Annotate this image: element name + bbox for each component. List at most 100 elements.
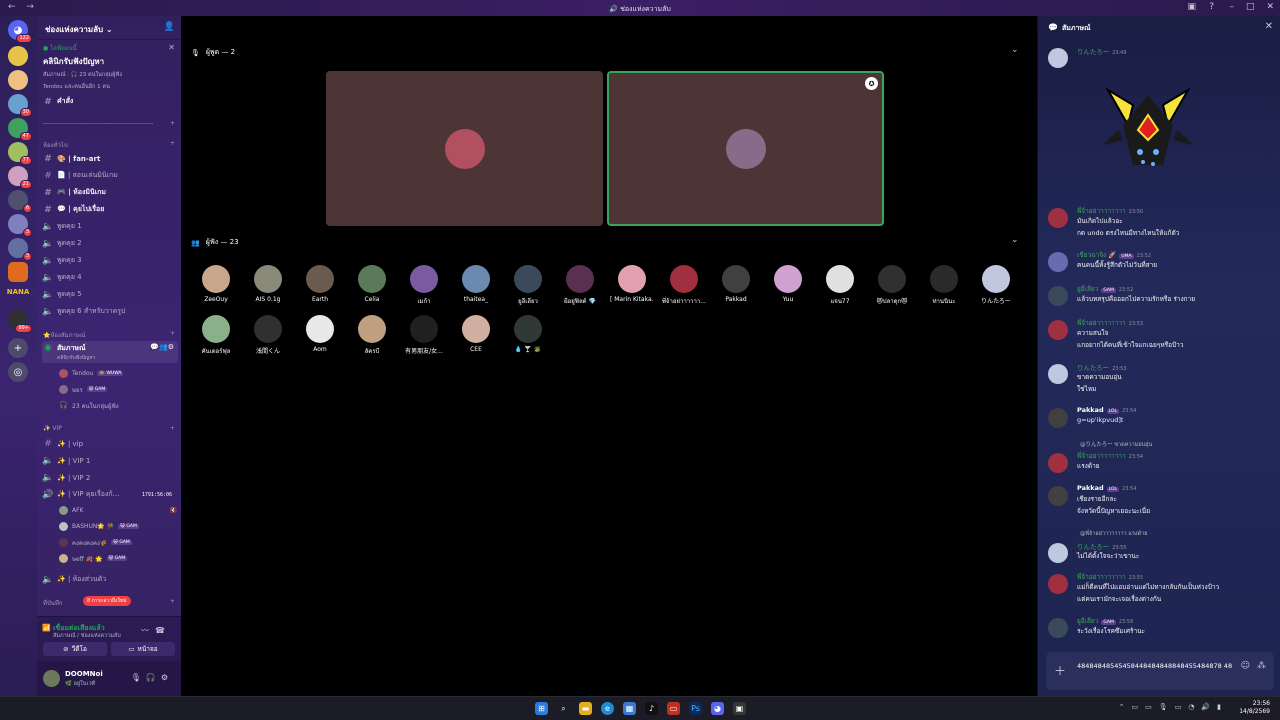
chevron-down-icon[interactable]: ⌄ — [1011, 235, 1019, 245]
system-tray[interactable]: ⌃▭▭🎙▭◔🔊▮ — [1119, 703, 1228, 711]
avatar[interactable] — [1048, 574, 1068, 594]
chevron-down-icon[interactable]: ⌄ — [1011, 45, 1019, 55]
voice-channel-private[interactable]: 🔈 ✨ | ห้องส่วนตัว — [42, 572, 178, 587]
message-author[interactable]: ยูอีเลียว — [1077, 285, 1098, 293]
avatar[interactable] — [1048, 486, 1068, 506]
category-general[interactable]: ห้องทั่วไป + — [43, 140, 175, 150]
headphones-icon[interactable]: 🎧 — [146, 673, 161, 682]
avatar[interactable] — [1048, 286, 1068, 306]
vip-member[interactable]: BASHUN🌟 🎋 😺 GAM — [59, 520, 177, 533]
message-author[interactable]: Pakkad — [1077, 484, 1104, 492]
category-vip[interactable]: ✨ VIP + — [43, 425, 175, 432]
server-icon[interactable]: 47 — [8, 118, 32, 141]
user-panel[interactable]: DOOMNoi 🌿 อยู่ในเวที 🎙🎧⚙ — [37, 661, 181, 697]
screen-share-button[interactable]: ▭ หน้าจอ — [111, 642, 175, 656]
avatar[interactable] — [1048, 408, 1068, 428]
store-icon[interactable]: ▦ — [623, 702, 636, 715]
voice-channel-1[interactable]: 🔈 พูดคุย 1 — [42, 219, 178, 234]
add-channel-icon[interactable]: + — [170, 140, 175, 150]
vip-member[interactable]: คงคงคงคง🌾 😺 GAM — [59, 536, 177, 549]
explore-icon[interactable]: ◎ — [8, 362, 28, 382]
close-icon[interactable]: ✕ — [1266, 2, 1274, 12]
audience-member[interactable]: [ Marin Kitaka... — [610, 265, 654, 303]
invite-icon[interactable]: 👤 — [164, 22, 175, 32]
add-channel-icon[interactable]: + — [170, 330, 175, 340]
home-button[interactable]: ◕ 122 — [8, 20, 32, 43]
audience-member[interactable]: 😻ปลาดุก😻 — [870, 265, 914, 306]
help-icon[interactable]: ? — [1209, 2, 1214, 12]
audience-member[interactable]: เมก้า — [402, 265, 446, 306]
voice-channel-4[interactable]: 🔈 พูดคุย 4 — [42, 270, 178, 285]
live-event-card[interactable]: ● ไลฟ์ตอนนี้ คลินิกรับฟังปัญหา สัมภาษณ์ … — [43, 43, 177, 91]
reply-preview[interactable]: @พี่จ้าอย่าาาาาาาา แรงด้าย — [1080, 530, 1148, 538]
audience-member[interactable]: ผีอยู่ฟิลด์ 💎 — [558, 265, 602, 306]
voice-channel-5[interactable]: 🔈 พูดคุย 5 — [42, 287, 178, 302]
server-icon[interactable]: 3 — [8, 214, 32, 237]
server-icon[interactable]: 30 — [8, 94, 32, 117]
new-mentions-pill[interactable]: 8 การกล่าวถึงใหม่ — [83, 596, 131, 606]
audience-member[interactable]: りんたろー — [974, 265, 1018, 305]
voice-channel-vip-2[interactable]: 🔈 ✨ | VIP 2 — [42, 470, 178, 485]
avatar[interactable] — [1048, 320, 1068, 340]
file-explorer-icon[interactable]: ▬ — [579, 702, 592, 715]
stage-member[interactable]: Tendou 🐝 WUWA — [59, 367, 177, 380]
disconnect-icon[interactable]: ☎ — [155, 626, 171, 635]
voice-channel-6[interactable]: 🔈 พูดคุย 6 สำหรับวาดรูป — [42, 304, 178, 319]
message-author[interactable]: りんたろー — [1077, 48, 1109, 56]
app-icon[interactable]: ▭ — [667, 702, 680, 715]
avatar[interactable] — [1048, 453, 1068, 473]
minimize-icon[interactable]: – — [1229, 2, 1234, 12]
audience-member[interactable]: 💧 🍸 🪴 — [506, 315, 550, 353]
voice-channel-2[interactable]: 🔈 พูดคุย 2 — [42, 236, 178, 251]
category-stage[interactable]: ⭐ห้องสัมภาษณ์ + — [43, 330, 175, 340]
add-channel-icon[interactable]: + — [170, 598, 175, 608]
message-author[interactable]: พี่จ้าอย่าาาาาาาา — [1077, 207, 1126, 215]
avatar[interactable] — [1048, 618, 1068, 638]
server-icon[interactable]: 99+ — [8, 310, 32, 333]
server-icon[interactable]: 21 — [8, 166, 32, 189]
avatar[interactable] — [1048, 48, 1068, 68]
stage-channel[interactable]: ◉ สัมภาษณ์ คลินิกรับฟังปัญหา 💬👥⚙ — [42, 341, 178, 363]
audience-member[interactable]: Earth — [298, 265, 342, 303]
server-icon[interactable] — [8, 262, 28, 282]
message-author[interactable]: Pakkad — [1077, 406, 1104, 414]
audience-member[interactable]: แจน77 — [818, 265, 862, 306]
stage-actions-icon[interactable]: 💬👥⚙ — [150, 343, 174, 351]
audience-member[interactable]: CEE — [454, 315, 498, 353]
audience-member[interactable]: 有男朋友/女... — [402, 315, 446, 355]
audience-member[interactable]: คันเดอร์ฟุล — [194, 315, 238, 356]
add-channel-icon[interactable]: + — [170, 120, 175, 127]
emoji-icon[interactable]: ☺ — [1241, 661, 1250, 671]
stage-member[interactable]: ษยร 😺 GAM — [59, 383, 177, 396]
voice-channel-vip-talk[interactable]: 🔊 ✨ | VIP คุยเรื่องก้... 1791:56:06 — [42, 487, 178, 502]
close-icon[interactable]: ✕ — [168, 43, 175, 52]
microphone-icon[interactable]: 🎙 — [131, 673, 146, 682]
message-composer[interactable]: ＋ 48484848545458448484848848455484878 48… — [1046, 652, 1274, 690]
channel-commands[interactable]: # คำสั่ง — [42, 94, 178, 109]
message-author[interactable]: ยูอีเลียว — [1077, 617, 1098, 625]
app-icon[interactable]: ▣ — [733, 702, 746, 715]
clock[interactable]: 23:56 14/8/2569 — [1239, 700, 1270, 716]
audience-member[interactable]: ยูอีเลียว — [506, 265, 550, 306]
close-icon[interactable]: ✕ — [1265, 21, 1273, 32]
apps-icon[interactable]: ⁂ — [1257, 661, 1266, 671]
channel-minigame[interactable]: # 🎮 | ห้องมินิเกม — [42, 185, 178, 200]
channel-chat[interactable]: # 💬 | คุยไปเรื่อย — [42, 202, 178, 217]
add-attachment-icon[interactable]: ＋ — [1054, 662, 1066, 679]
audience-member[interactable]: ZeeOuy — [194, 265, 238, 303]
message-author[interactable]: พี่จ้าอย่าาาาาาาา — [1077, 452, 1126, 460]
avatar[interactable] — [1048, 364, 1068, 384]
audience-count[interactable]: 🎧 23 คนในกลุ่มผู้ฟัง — [59, 399, 177, 412]
server-icon[interactable]: 6 — [8, 190, 32, 213]
discord-icon[interactable]: ◕ — [711, 702, 724, 715]
add-channel-icon[interactable]: + — [170, 425, 175, 432]
audience-member[interactable]: Aom — [298, 315, 342, 353]
video-button[interactable]: ⊘ วีดีโอ — [43, 642, 107, 656]
audience-member[interactable]: AIS 0.1g — [246, 265, 290, 303]
start-icon[interactable]: ⊞ — [535, 702, 548, 715]
add-server-icon[interactable]: + — [8, 338, 28, 358]
server-icon[interactable]: 77 — [8, 142, 32, 165]
server-icon[interactable] — [8, 70, 28, 90]
avatar[interactable] — [1048, 252, 1068, 272]
server-icon[interactable]: 3 — [8, 238, 32, 261]
